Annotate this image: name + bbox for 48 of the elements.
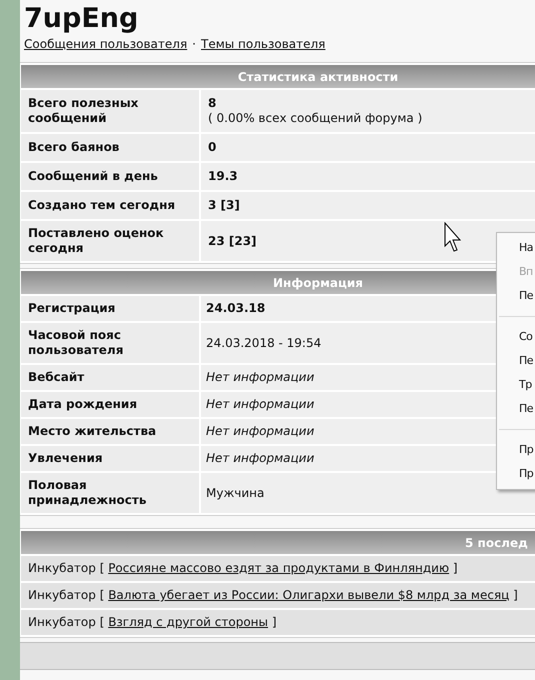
row-label: Дата рождения — [28, 397, 138, 412]
topic-entry: Инкубатор [ Россияне массово ездят за продуктами в Финляндию ] — [28, 561, 458, 575]
row-label: Часовой пояс пользователя — [28, 328, 124, 358]
separator-dot: · — [192, 36, 196, 52]
cursor-icon — [444, 222, 464, 253]
menu-item: Вп — [518, 264, 534, 280]
row-value: Нет информации — [206, 370, 314, 385]
row-label: Вебсайт — [28, 370, 84, 385]
row-label: Всего полезных сообщений — [28, 96, 140, 126]
row-value: 23 [23] — [208, 234, 257, 248]
topic-link[interactable]: Взгляд с другой стороны — [108, 615, 268, 629]
row-value: Нет информации — [206, 397, 314, 412]
menu-item[interactable]: На — [497, 236, 535, 260]
menu-item[interactable]: Со — [497, 325, 535, 349]
row-label: Создано тем сегодня — [28, 198, 176, 213]
row-note: ( 0.00% всех сообщений форума ) — [208, 111, 422, 126]
menu-item[interactable]: Тр — [497, 373, 535, 397]
row-label: Место жительства — [28, 424, 156, 439]
header-title: Информация — [273, 274, 363, 292]
menu-item[interactable]: Пе — [497, 349, 535, 373]
row-value: 0 — [208, 140, 216, 155]
header-title: 5 послед — [465, 534, 528, 552]
header-title: Статистика активности — [238, 68, 398, 86]
topic-entry: Инкубатор [ Валюта убегает из России: Олигархи вывели $8 млрд за месяц ] — [28, 588, 518, 602]
profile-link[interactable]: Темы пользователя — [201, 36, 326, 52]
row-label: Поставлено оценок сегодня — [28, 226, 165, 256]
menu-item[interactable]: Пе — [497, 284, 535, 308]
topic-link[interactable]: Россияне массово ездят за продуктами в Финляндию — [108, 561, 450, 575]
row-label: Сообщений в день — [28, 169, 158, 184]
row-value: Нет информации — [206, 424, 314, 439]
row-value: 19.3 — [208, 169, 238, 184]
menu-item[interactable]: Пе — [497, 397, 535, 421]
topic-link[interactable]: Валюта убегает из России: Олигархи вывели $8 млрд за месяц — [108, 588, 510, 602]
menu-item[interactable]: Пр — [497, 438, 535, 462]
menu-item[interactable]: Пр — [497, 462, 535, 486]
row-value: 24.03.18 — [206, 301, 266, 316]
profile-title: 7upEng — [24, 3, 138, 35]
row-label: Регистрация — [28, 301, 116, 316]
row-value: 24.03.2018 - 19:54 — [206, 336, 322, 350]
topic-entry: Инкубатор [ Взгляд с другой стороны ] — [28, 615, 277, 629]
row-value: Мужчина — [206, 486, 264, 500]
row-value: Нет информации — [206, 451, 314, 466]
row-label: Всего баянов — [28, 140, 120, 155]
profile-link[interactable]: Сообщения пользователя — [24, 36, 188, 52]
row-value: 3 [3] — [208, 198, 240, 213]
row-value: 8 — [208, 96, 216, 111]
row-label: Увлечения — [28, 451, 103, 466]
row-label: Половая принадлежность — [28, 478, 148, 508]
